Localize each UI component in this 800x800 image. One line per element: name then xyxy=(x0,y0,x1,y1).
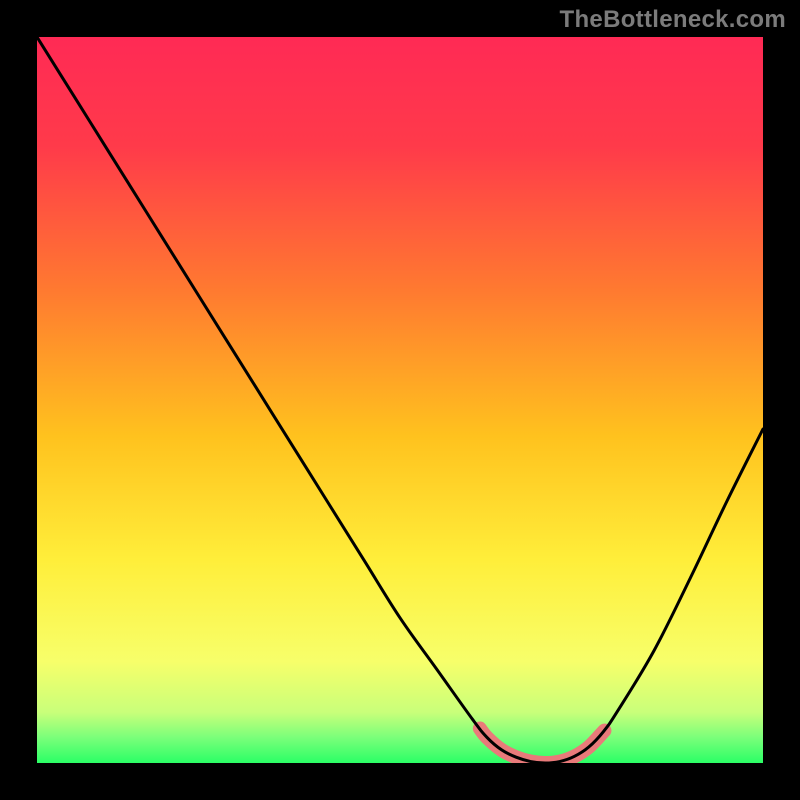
watermark-text: TheBottleneck.com xyxy=(560,6,786,34)
bottleneck-chart xyxy=(0,0,800,800)
chart-container: TheBottleneck.com xyxy=(0,0,800,800)
gradient-background xyxy=(37,37,763,763)
